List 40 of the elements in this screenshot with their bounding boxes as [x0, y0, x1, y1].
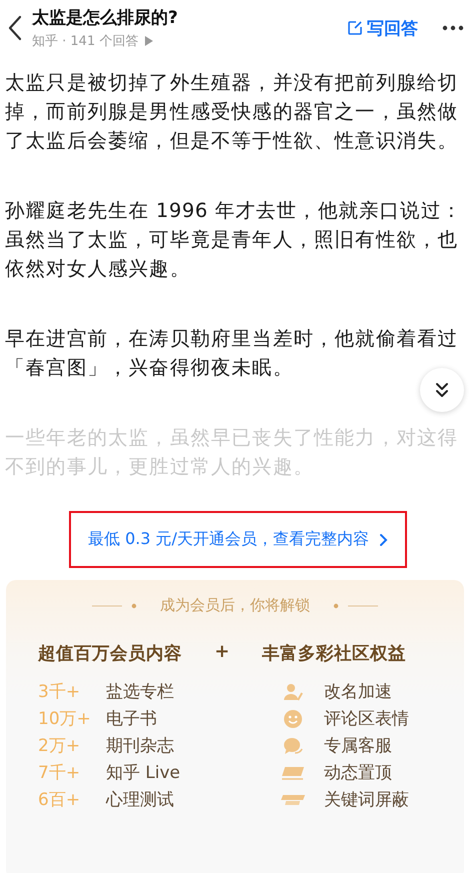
edit-icon — [347, 20, 363, 36]
chat-icon — [283, 736, 303, 754]
back-icon[interactable] — [8, 15, 22, 41]
perk-label: 关键词屏蔽 — [324, 789, 409, 811]
write-answer-button[interactable]: 写回答 — [347, 16, 418, 40]
paragraph: 早在进宫前，在涛贝勒府里当差时，他就偷着看过「春宫图」，兴奋得彻夜未眠。 — [5, 326, 460, 381]
content-label: 知乎 Live — [106, 762, 180, 784]
dash-dot-icon — [92, 602, 138, 608]
answer-count[interactable]: 知乎 · 141 个回答 — [32, 32, 138, 50]
user-pen-icon — [283, 682, 303, 700]
paragraph: 太监只是被切掉了外生殖器，并没有把前列腺给切掉，而前列腺是男性感受快感的器官之一，虽然做了太监后会萎缩，但是不等于性欲、性意识消失。 — [5, 70, 460, 154]
content-label: 盐选专栏 — [106, 681, 174, 703]
expand-button[interactable] — [420, 368, 464, 412]
smile-icon — [283, 708, 303, 728]
question-title: 太监是怎么排尿的? — [32, 7, 179, 29]
content-label: 电子书 — [106, 708, 157, 730]
content-label: 期刊杂志 — [106, 735, 174, 757]
content-count: 3千+ — [38, 681, 82, 703]
card-heading: 成为会员后，你将解锁 — [160, 596, 310, 615]
perk-label: 专属客服 — [324, 735, 392, 757]
key-badge-icon — [280, 792, 306, 806]
perk-label: 改名加速 — [324, 681, 392, 703]
content-count: 7千+ — [38, 762, 82, 784]
column-title: 丰富多彩社区权益 — [262, 642, 407, 665]
perk-label: 动态置顶 — [324, 762, 392, 784]
more-icon[interactable] — [442, 25, 464, 31]
play-icon — [144, 36, 154, 46]
content-label: 心理测试 — [106, 789, 174, 811]
unlock-link[interactable]: 最低 0.3 元/天开通会员，查看完整内容 — [69, 511, 407, 568]
content-count: 2万+ — [38, 735, 82, 757]
perk-label: 评论区表情 — [324, 708, 409, 730]
column-title: 超值百万会员内容 — [38, 642, 182, 665]
chevron-right-icon — [379, 532, 388, 546]
paragraph: 孙耀庭老先生在 1996 年才去世，他就亲口说过：虽然当了太监，可毕竟是青年人，照旧有性欲，也依然对女人感兴趣。 — [5, 198, 464, 282]
content-count: 6百+ — [38, 789, 82, 811]
content-count: 10万+ — [38, 708, 92, 730]
dash-dot-icon — [332, 602, 378, 608]
double-chevron-icon — [435, 382, 449, 398]
pin-badge-icon — [281, 766, 305, 780]
plus-sign: + — [213, 641, 231, 664]
